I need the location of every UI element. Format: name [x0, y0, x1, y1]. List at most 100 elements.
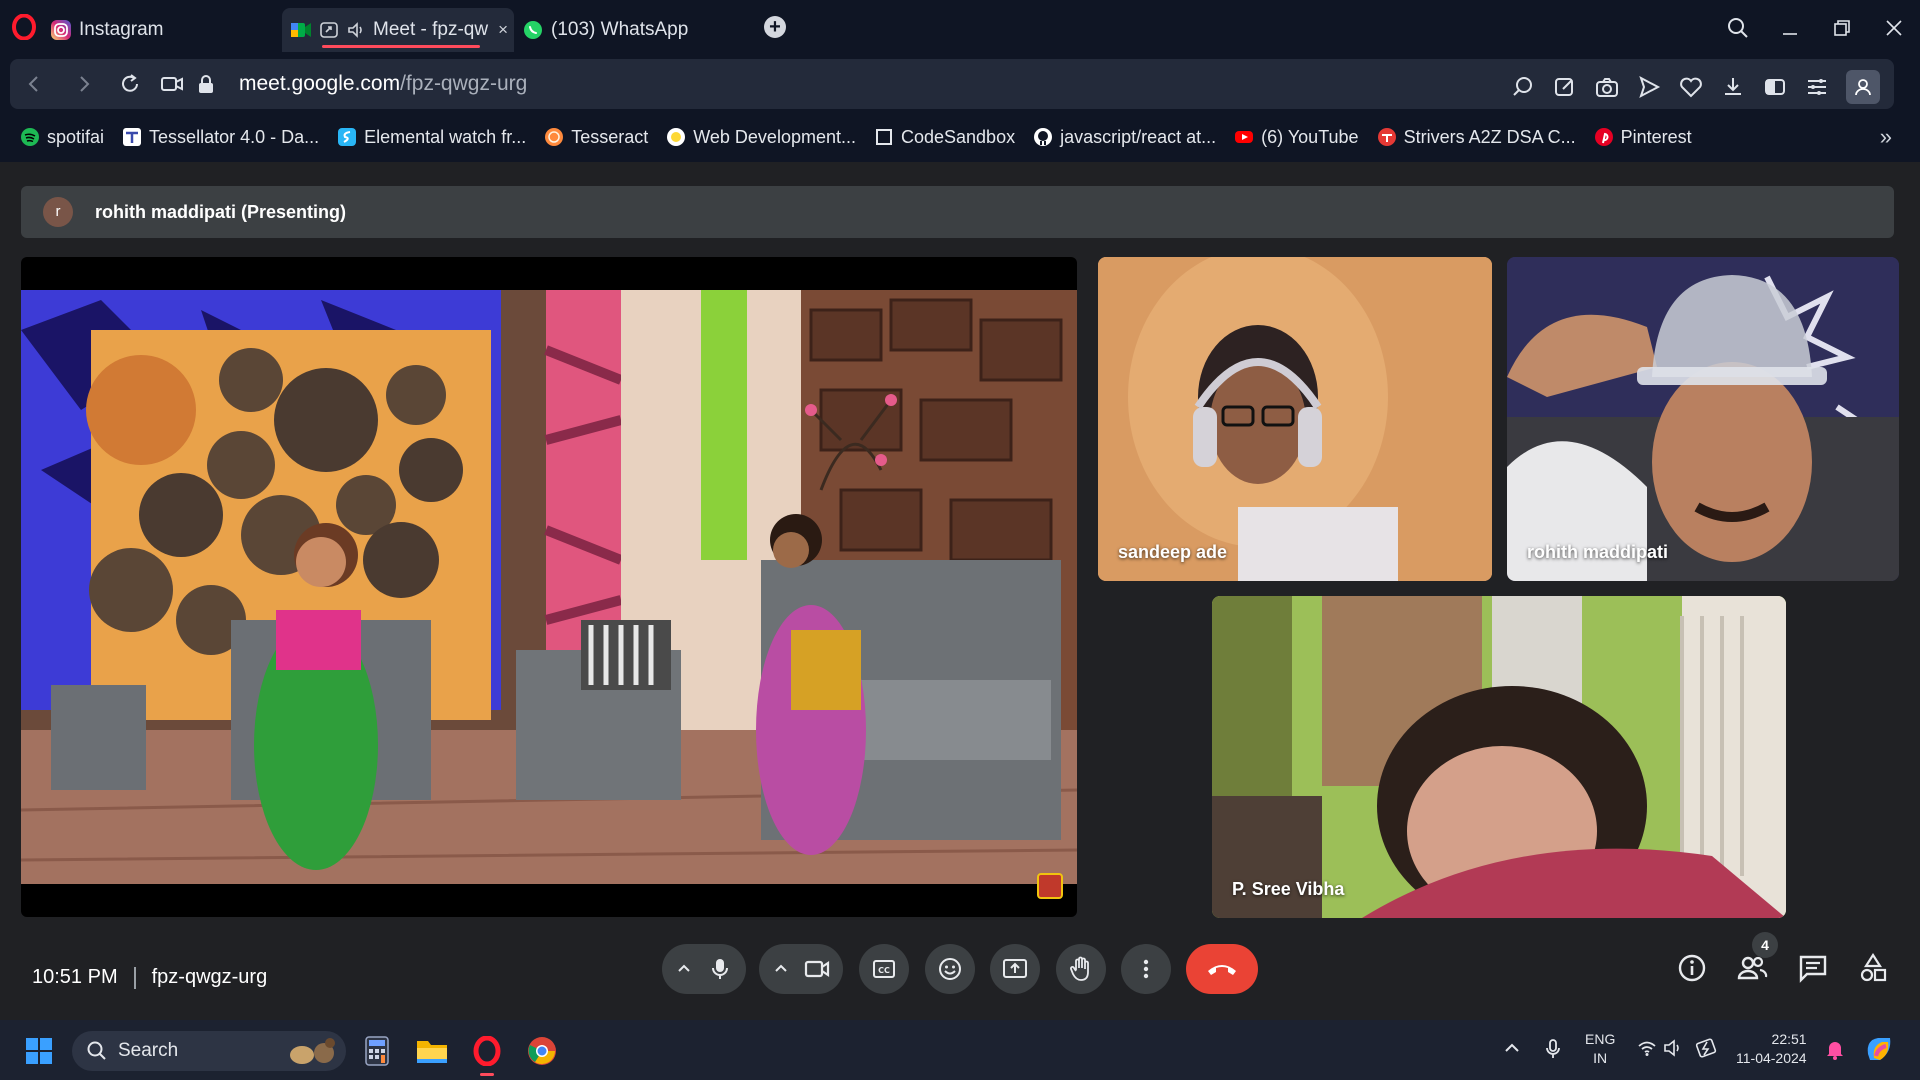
copilot-icon[interactable]	[1864, 1034, 1894, 1064]
bookmark-web-development[interactable]: Web Development...	[666, 127, 856, 148]
codesandbox-icon	[875, 129, 892, 145]
battery-charging-icon[interactable]	[1694, 1038, 1718, 1058]
raise-hand-button[interactable]	[1056, 944, 1106, 994]
meeting-details: 10:51 PM fpz-qwgz-urg	[32, 966, 267, 989]
meeting-code[interactable]: fpz-qwgz-urg	[152, 966, 268, 989]
window-controls	[1712, 0, 1920, 56]
bookmark-tesseract[interactable]: Tesseract	[544, 127, 648, 148]
easy-setup-icon[interactable]	[1804, 74, 1830, 100]
theme-toggle-icon[interactable]	[1762, 74, 1788, 100]
participant-name: rohith maddipati	[1527, 542, 1668, 562]
search-icon	[87, 1041, 106, 1060]
bookmark-label: Tesseract	[571, 126, 649, 147]
close-icon	[1886, 20, 1902, 36]
participant-name: sandeep ade	[1118, 542, 1228, 562]
url-text[interactable]: meet.google.com/fpz-qwgz-urg	[239, 72, 527, 96]
tab-whatsapp[interactable]: (103) WhatsApp	[522, 8, 688, 52]
meeting-info-icon[interactable]	[1676, 952, 1708, 984]
heart-icon[interactable]	[1678, 74, 1704, 100]
new-tab-button[interactable]: +	[764, 16, 786, 38]
windows-start-icon[interactable]	[25, 1037, 53, 1065]
emoji-icon	[939, 958, 961, 980]
tab-close-icon[interactable]: ×	[498, 20, 508, 40]
reload-icon[interactable]	[118, 72, 142, 96]
mic-options-chevron-icon[interactable]	[675, 960, 693, 978]
language-code: ENG	[1585, 1031, 1616, 1047]
bookmarks-overflow-button[interactable]: »	[1880, 124, 1892, 150]
bookmark-youtube[interactable]: (6) YouTube	[1234, 127, 1359, 148]
taskbar-opera[interactable]	[468, 1032, 506, 1076]
tab-label: Instagram	[79, 19, 164, 40]
browser-tab-strip: Instagram Meet - fpz-qw × (103) WhatsApp…	[0, 0, 1920, 56]
restore-button[interactable]	[1816, 0, 1868, 56]
lock-icon[interactable]	[194, 72, 218, 96]
taskbar-file-explorer[interactable]	[413, 1032, 451, 1070]
meet-control-bar: 10:51 PM fpz-qwgz-urg CC 4	[0, 932, 1920, 1020]
back-icon[interactable]	[22, 72, 46, 96]
participant-tile-sree-vibha[interactable]: P. Sree Vibha	[1212, 596, 1786, 918]
address-bar[interactable]: meet.google.com/fpz-qwgz-urg	[10, 59, 1894, 109]
microphone-tray-icon[interactable]	[1543, 1038, 1563, 1060]
shared-screen-video[interactable]	[21, 257, 1077, 917]
bookmark-label: javascript/react at...	[1060, 126, 1217, 147]
people-icon[interactable]	[1736, 952, 1768, 984]
bookmark-label: spotifai	[47, 126, 105, 147]
video-camera-icon[interactable]	[803, 956, 831, 982]
profile-button[interactable]	[1846, 70, 1880, 104]
minimize-button[interactable]	[1764, 0, 1816, 56]
forward-icon[interactable]	[72, 72, 96, 96]
meet-stage: r rohith maddipati (Presenting) sandeep …	[0, 162, 1920, 1020]
whatsapp-icon	[524, 21, 542, 39]
taskbar-chrome[interactable]	[523, 1032, 561, 1070]
reactions-button[interactable]	[925, 944, 975, 994]
bookmark-elemental-watch[interactable]: Elemental watch fr...	[337, 127, 526, 148]
bookmark-pinterest[interactable]: Pinterest	[1594, 127, 1692, 148]
activities-icon[interactable]	[1857, 952, 1889, 984]
bookmark-spotifai[interactable]: spotifai	[20, 127, 104, 148]
taskbar-search[interactable]: Search	[72, 1031, 346, 1071]
tab-meet[interactable]: Meet - fpz-qw ×	[282, 8, 514, 52]
present-screen-button[interactable]	[990, 944, 1040, 994]
microphone-icon[interactable]	[707, 956, 733, 982]
translate-search-icon[interactable]	[1510, 74, 1536, 100]
wifi-icon[interactable]	[1637, 1038, 1657, 1058]
captions-button[interactable]: CC	[859, 944, 909, 994]
camera-access-icon[interactable]	[160, 72, 184, 96]
participant-video	[1098, 257, 1492, 581]
close-window-button[interactable]	[1868, 0, 1920, 56]
volume-icon[interactable]	[1663, 1038, 1685, 1058]
bookmark-strivers[interactable]: Strivers A2Z DSA C...	[1377, 127, 1576, 148]
chat-icon[interactable]	[1797, 952, 1829, 984]
speaker-icon[interactable]	[346, 20, 366, 40]
download-icon[interactable]	[1720, 74, 1746, 100]
opera-logo-icon[interactable]	[12, 14, 36, 40]
taskbar-calculator[interactable]	[358, 1032, 396, 1070]
participant-tile-rohith[interactable]: rohith maddipati	[1507, 257, 1899, 581]
instagram-icon	[51, 20, 71, 40]
tab-instagram[interactable]: Instagram	[50, 8, 163, 52]
presenting-label: rohith maddipati (Presenting)	[95, 201, 347, 222]
send-icon[interactable]	[1636, 74, 1662, 100]
youtube-icon	[1235, 131, 1254, 143]
web-dev-icon	[667, 128, 686, 146]
raise-hand-icon	[1070, 956, 1089, 981]
bookmark-tessellator[interactable]: Tessellator 4.0 - Da...	[122, 127, 319, 148]
more-options-button[interactable]	[1121, 944, 1171, 994]
leave-call-button[interactable]	[1186, 944, 1258, 994]
participant-name: P. Sree Vibha	[1232, 879, 1345, 899]
bookmark-codesandbox[interactable]: CodeSandbox	[874, 127, 1015, 148]
bookmark-github-javascript[interactable]: javascript/react at...	[1033, 127, 1216, 148]
camera-options-chevron-icon[interactable]	[772, 960, 790, 978]
search-highlight-image	[290, 1038, 335, 1064]
tab-search-button[interactable]	[1712, 0, 1764, 56]
input-language[interactable]: ENG IN	[1585, 1030, 1615, 1068]
show-hidden-icons-chevron-icon[interactable]	[1502, 1038, 1522, 1058]
folder-icon	[417, 1041, 447, 1063]
bookmark-label: Web Development...	[693, 126, 856, 147]
snapshot-camera-icon[interactable]	[1594, 74, 1620, 100]
edit-icon[interactable]	[1552, 74, 1578, 100]
notification-bell-icon[interactable]	[1825, 1038, 1845, 1060]
participant-tile-sandeep[interactable]: sandeep ade	[1098, 257, 1492, 581]
minimize-icon	[1783, 33, 1797, 35]
taskbar-clock[interactable]: 22:51 11-04-2024	[1736, 1030, 1807, 1068]
